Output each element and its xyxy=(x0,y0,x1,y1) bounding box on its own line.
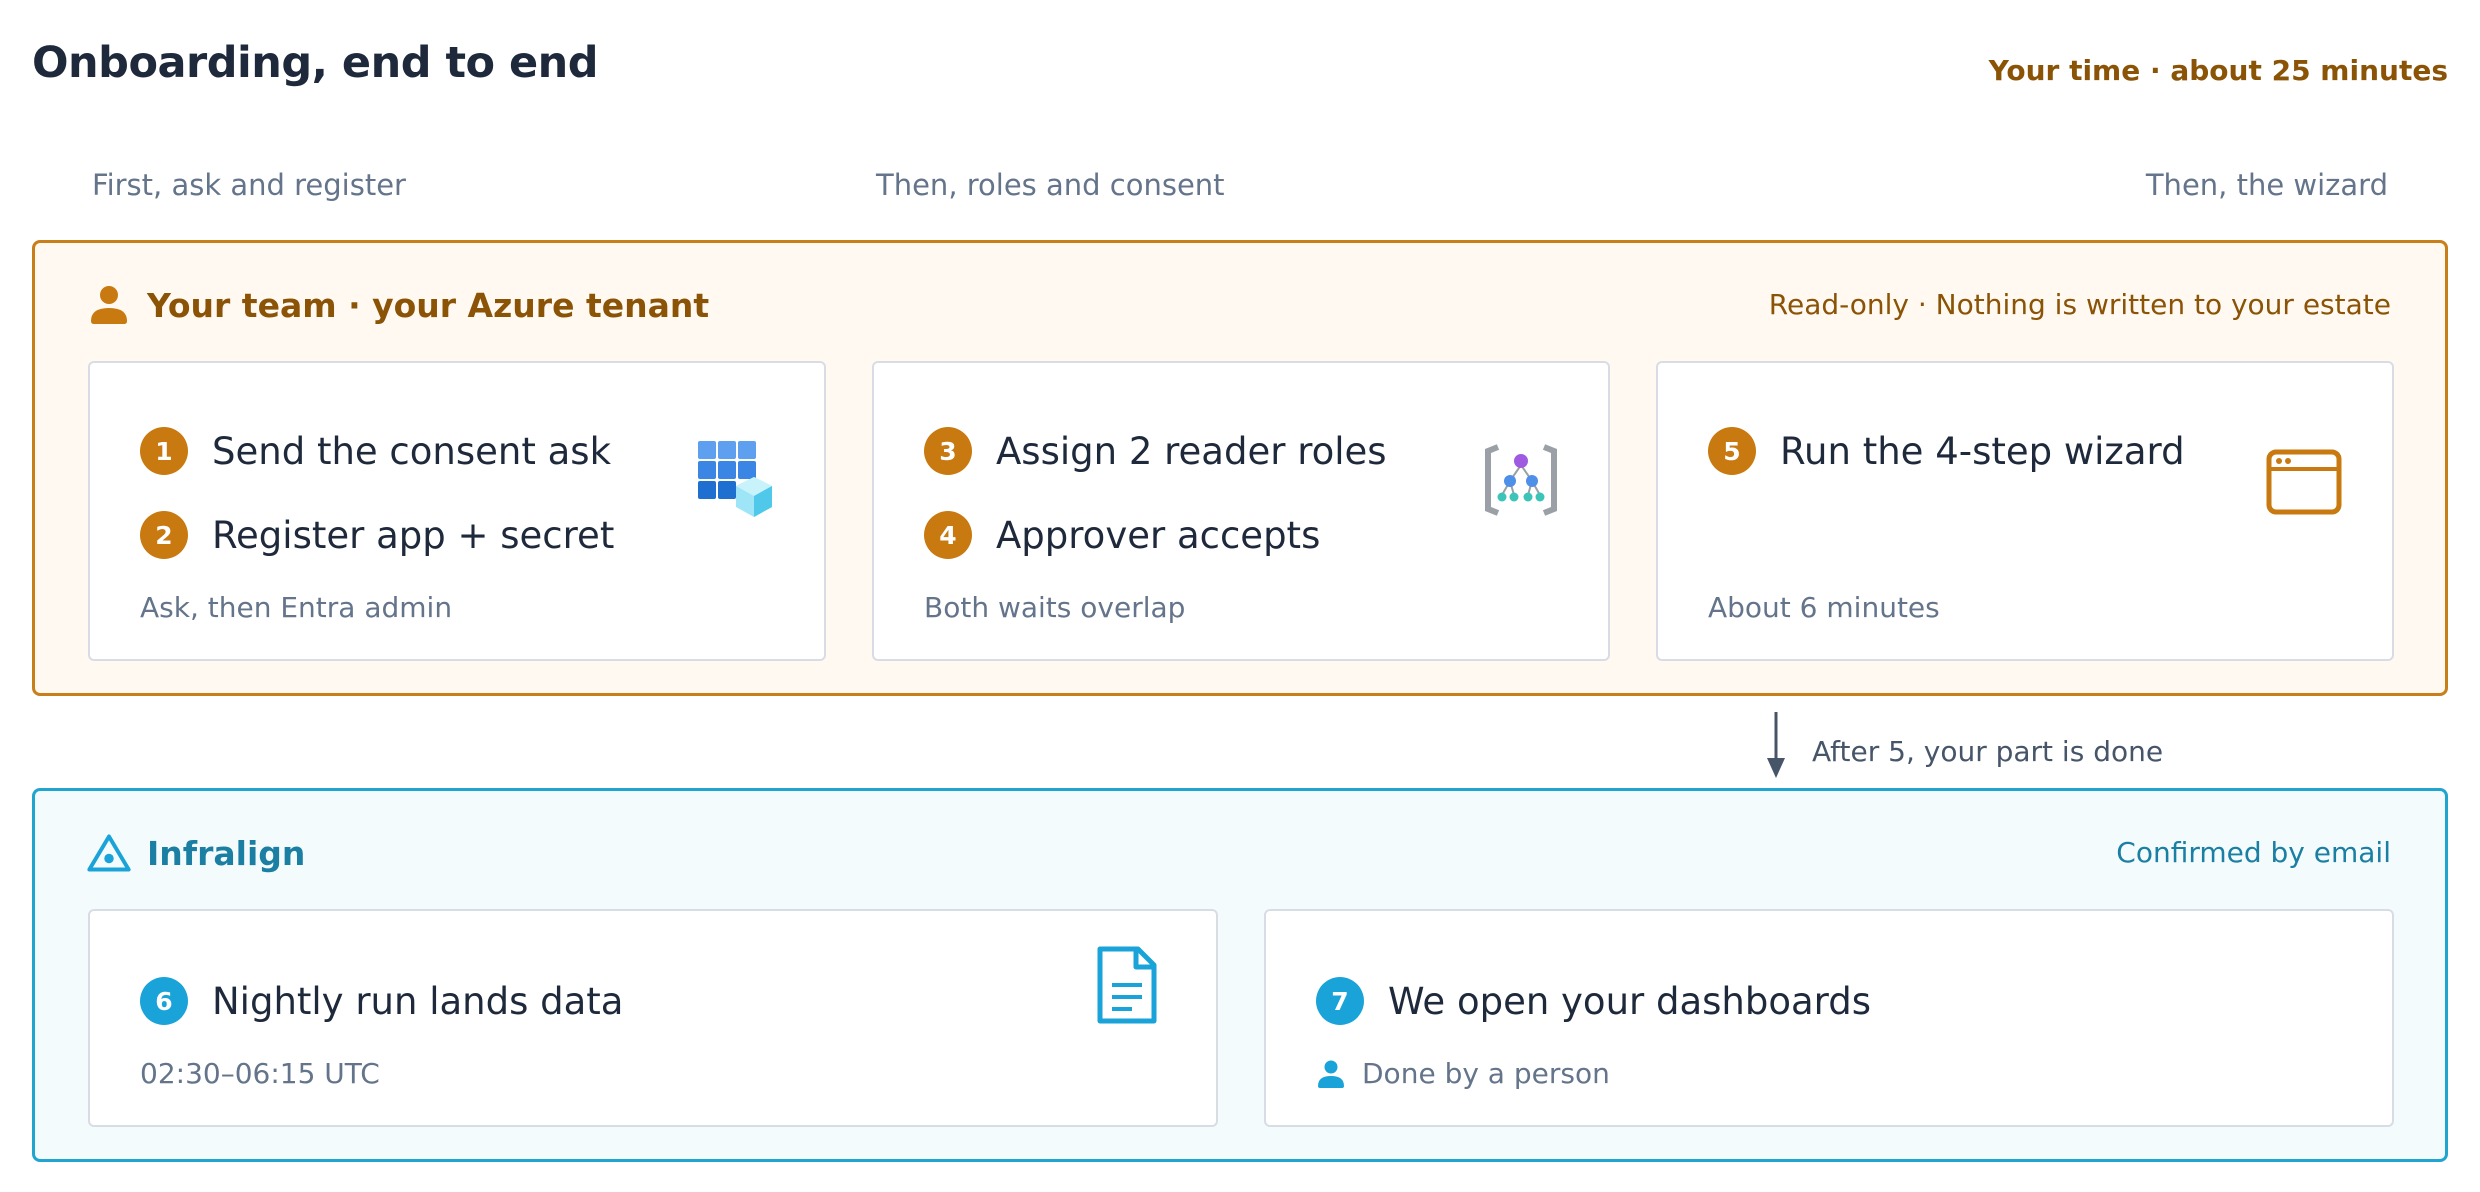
step-label: We open your dashboards xyxy=(1388,979,1872,1023)
step-card-dashboards: 7 We open your dashboards Done by a pers… xyxy=(1264,909,2394,1127)
time-estimate: Your time · about 25 minutes xyxy=(1988,54,2448,87)
arrow-down-icon xyxy=(1767,712,1785,778)
step-number-badge: 7 xyxy=(1316,977,1364,1025)
azure-apps-icon xyxy=(698,441,772,517)
step-label: Register app + secret xyxy=(212,513,615,557)
step-number-badge: 4 xyxy=(924,511,972,559)
step-number-badge: 6 xyxy=(140,977,188,1025)
card-subtext: 02:30–06:15 UTC xyxy=(140,1057,380,1090)
step-card-roles-consent: 3 Assign 2 reader roles 4 Approver accep… xyxy=(872,361,1610,661)
page-title: Onboarding, end to end xyxy=(32,38,599,88)
step-4: 4 Approver accepts xyxy=(924,511,1320,559)
step-label: Nightly run lands data xyxy=(212,979,624,1023)
step-3: 3 Assign 2 reader roles xyxy=(924,427,1387,475)
person-icon xyxy=(91,286,127,324)
person-icon xyxy=(1318,1060,1344,1088)
team-group-title: Your team · your Azure tenant xyxy=(147,285,710,325)
infralign-group-title: Infralign xyxy=(147,833,306,873)
step-number-badge: 1 xyxy=(140,427,188,475)
card-subtext: About 6 minutes xyxy=(1708,591,1940,624)
resource-hierarchy-icon xyxy=(1485,444,1557,516)
step-number-badge: 5 xyxy=(1708,427,1756,475)
infralign-group-note: Confirmed by email xyxy=(2116,836,2391,869)
card-subtext: Done by a person xyxy=(1316,1057,1610,1090)
step-5: 5 Run the 4-step wizard xyxy=(1708,427,2185,475)
step-number-badge: 3 xyxy=(924,427,972,475)
step-7: 7 We open your dashboards xyxy=(1316,977,1871,1025)
step-label: Send the consent ask xyxy=(212,429,611,473)
card-subtext-label: Done by a person xyxy=(1362,1057,1610,1090)
card-subtext: Ask, then Entra admin xyxy=(140,591,453,624)
step-6: 6 Nightly run lands data xyxy=(140,977,623,1025)
handoff-label: After 5, your part is done xyxy=(1812,735,2164,768)
phase-label-1: First, ask and register xyxy=(92,168,406,202)
step-number-badge: 2 xyxy=(140,511,188,559)
team-group: Your team · your Azure tenant Read-only … xyxy=(32,240,2448,696)
step-2: 2 Register app + secret xyxy=(140,511,614,559)
step-label: Run the 4-step wizard xyxy=(1780,429,2185,473)
infralign-group-header: Infralign xyxy=(87,831,305,875)
phase-label-2: Then, roles and consent xyxy=(876,168,1225,202)
infralign-group: Infralign Confirmed by email 6 Nightly r… xyxy=(32,788,2448,1162)
document-icon xyxy=(1097,946,1157,1024)
step-card-nightly-run: 6 Nightly run lands data 02:30–06:15 UTC xyxy=(88,909,1218,1127)
step-label: Assign 2 reader roles xyxy=(996,429,1387,473)
step-card-ask-register: 1 Send the consent ask 2 Register app + … xyxy=(88,361,826,661)
team-group-header: Your team · your Azure tenant xyxy=(87,283,709,327)
team-group-note: Read-only · Nothing is written to your e… xyxy=(1768,288,2391,321)
step-label: Approver accepts xyxy=(996,513,1321,557)
infralign-logo-icon xyxy=(87,834,131,872)
phase-label-3: Then, the wizard xyxy=(2145,168,2388,202)
card-subtext: Both waits overlap xyxy=(924,591,1186,624)
step-1: 1 Send the consent ask xyxy=(140,427,611,475)
step-card-wizard: 5 Run the 4-step wizard About 6 minutes xyxy=(1656,361,2394,661)
onboarding-page: Onboarding, end to end Your time · about… xyxy=(0,0,2480,1192)
browser-window-icon xyxy=(2266,449,2342,515)
